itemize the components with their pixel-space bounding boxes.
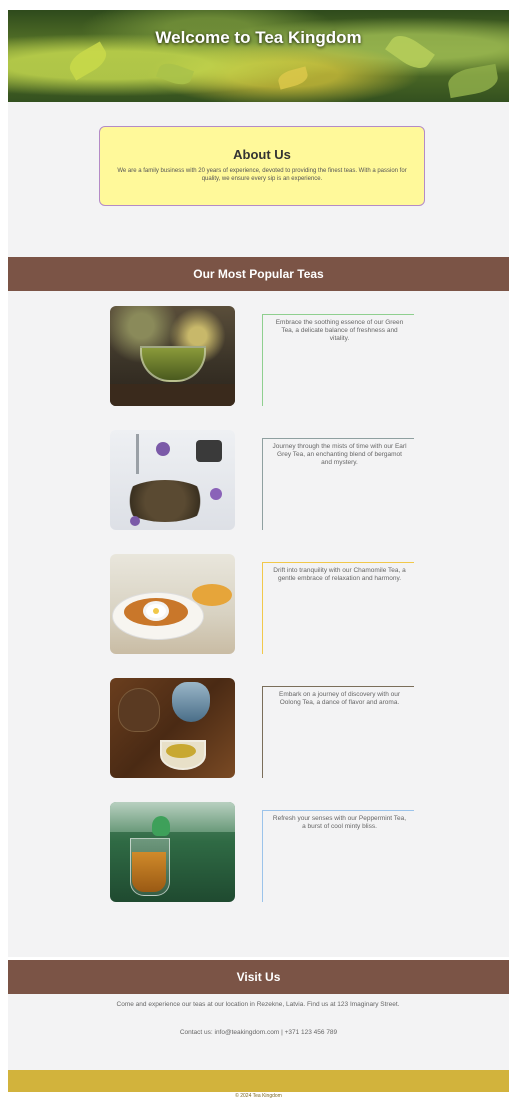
visit-address: Come and experience our teas at our loca… (116, 1001, 400, 1008)
tea-description: Embark on a journey of discovery with ou… (262, 686, 414, 778)
hero-leaf-decor (446, 63, 500, 99)
visit-contact[interactable]: Contact us: info@teakingdom.com | +371 1… (8, 1029, 509, 1037)
hero-banner: Welcome to Tea Kingdom (8, 10, 509, 102)
main-section: About Us We are a family business with 2… (8, 102, 509, 957)
footer-text: © 2024 Tea Kingdom (235, 1093, 282, 1099)
about-heading: About Us (233, 147, 291, 162)
tea-description: Refresh your senses with our Peppermint … (262, 810, 414, 902)
tea-item-peppermint: Refresh your senses with our Peppermint … (110, 802, 414, 902)
oolong-teapot-image (110, 678, 235, 778)
tea-item-chamomile: Drift into tranquility with our Chamomil… (110, 554, 414, 654)
tea-description: Drift into tranquility with our Chamomil… (262, 562, 414, 654)
tea-description: Embrace the soothing essence of our Gree… (262, 314, 414, 406)
tea-item-earl-grey: Journey through the mists of time with o… (110, 430, 414, 530)
visit-heading: Visit Us (8, 960, 509, 994)
about-text: We are a family business with 20 years o… (117, 168, 407, 182)
about-card: About Us We are a family business with 2… (99, 126, 425, 206)
hero-leaf-decor (155, 59, 195, 89)
footer: © 2024 Tea Kingdom (8, 1070, 509, 1099)
peppermint-glass-image (110, 802, 235, 902)
page: Welcome to Tea Kingdom About Us We are a… (0, 0, 509, 1099)
green-tea-cup-image (110, 306, 235, 406)
popular-teas-heading: Our Most Popular Teas (8, 257, 509, 291)
tea-description: Journey through the mists of time with o… (262, 438, 414, 530)
hero-leaf-decor (276, 66, 310, 90)
tea-item-oolong: Embark on a journey of discovery with ou… (110, 678, 414, 778)
tea-item-green: Embrace the soothing essence of our Gree… (110, 306, 414, 406)
earl-grey-leaves-image (110, 430, 235, 530)
chamomile-cup-image (110, 554, 235, 654)
visit-section: Come and experience our teas at our loca… (8, 994, 509, 1070)
hero-title: Welcome to Tea Kingdom (155, 28, 362, 47)
